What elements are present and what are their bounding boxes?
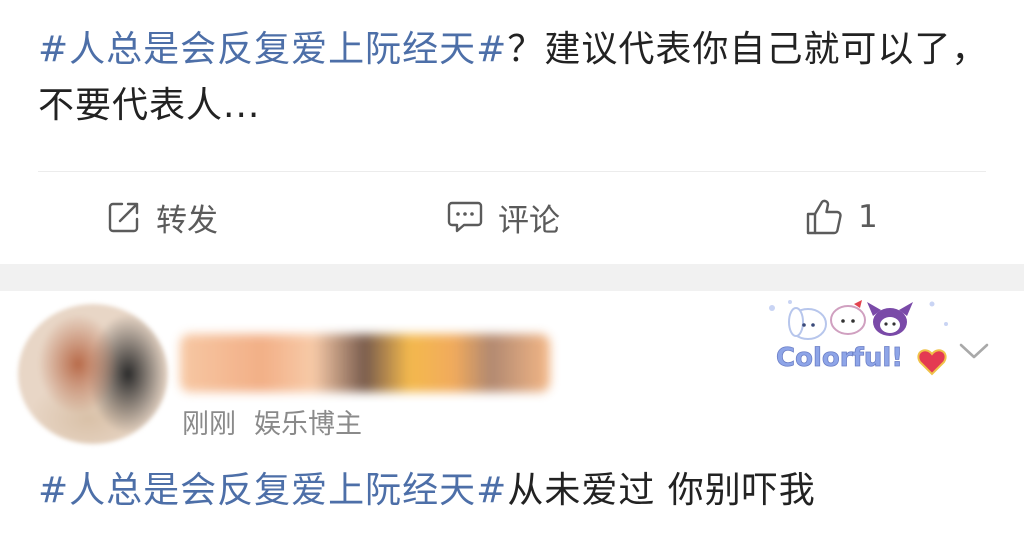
forward-label: 转发 [156, 202, 218, 239]
author-role: 娱乐博主 [254, 409, 362, 440]
post-2-body: 从未爱过 你别吓我 [507, 470, 816, 511]
feed-separator [0, 264, 1024, 291]
post-time: 刚刚 [182, 409, 236, 440]
comment-button[interactable]: 评论 [446, 172, 560, 262]
like-icon [804, 198, 844, 236]
svg-text:Colorful!: Colorful! [776, 343, 903, 373]
forward-button[interactable]: 转发 [106, 172, 218, 262]
post-2-hashtag[interactable]: #人总是会反复爱上阮经天# [38, 470, 507, 511]
colorful-badge[interactable]: Colorful! Colorful! [760, 294, 960, 384]
post-1-text: #人总是会反复爱上阮经天#？建议代表你自己就可以了，不要代表人... [38, 22, 994, 134]
heart-icon [917, 349, 947, 376]
post-1-action-bar: 转发 评论 1 [0, 172, 1024, 262]
avatar[interactable] [18, 304, 168, 444]
comment-icon [446, 199, 484, 235]
post-2-meta: 刚刚 娱乐博主 [182, 402, 362, 441]
comment-label: 评论 [498, 202, 560, 239]
forward-icon [106, 199, 142, 235]
like-button[interactable]: 1 [804, 172, 878, 262]
post-1-hashtag[interactable]: #人总是会反复爱上阮经天# [38, 29, 507, 70]
post-2-text: #人总是会反复爱上阮经天#从未爱过 你别吓我 [38, 463, 994, 519]
like-count: 1 [858, 199, 878, 235]
character-heads-icon [788, 300, 913, 340]
chevron-down-icon[interactable] [957, 340, 991, 366]
username-redacted[interactable] [180, 334, 550, 392]
